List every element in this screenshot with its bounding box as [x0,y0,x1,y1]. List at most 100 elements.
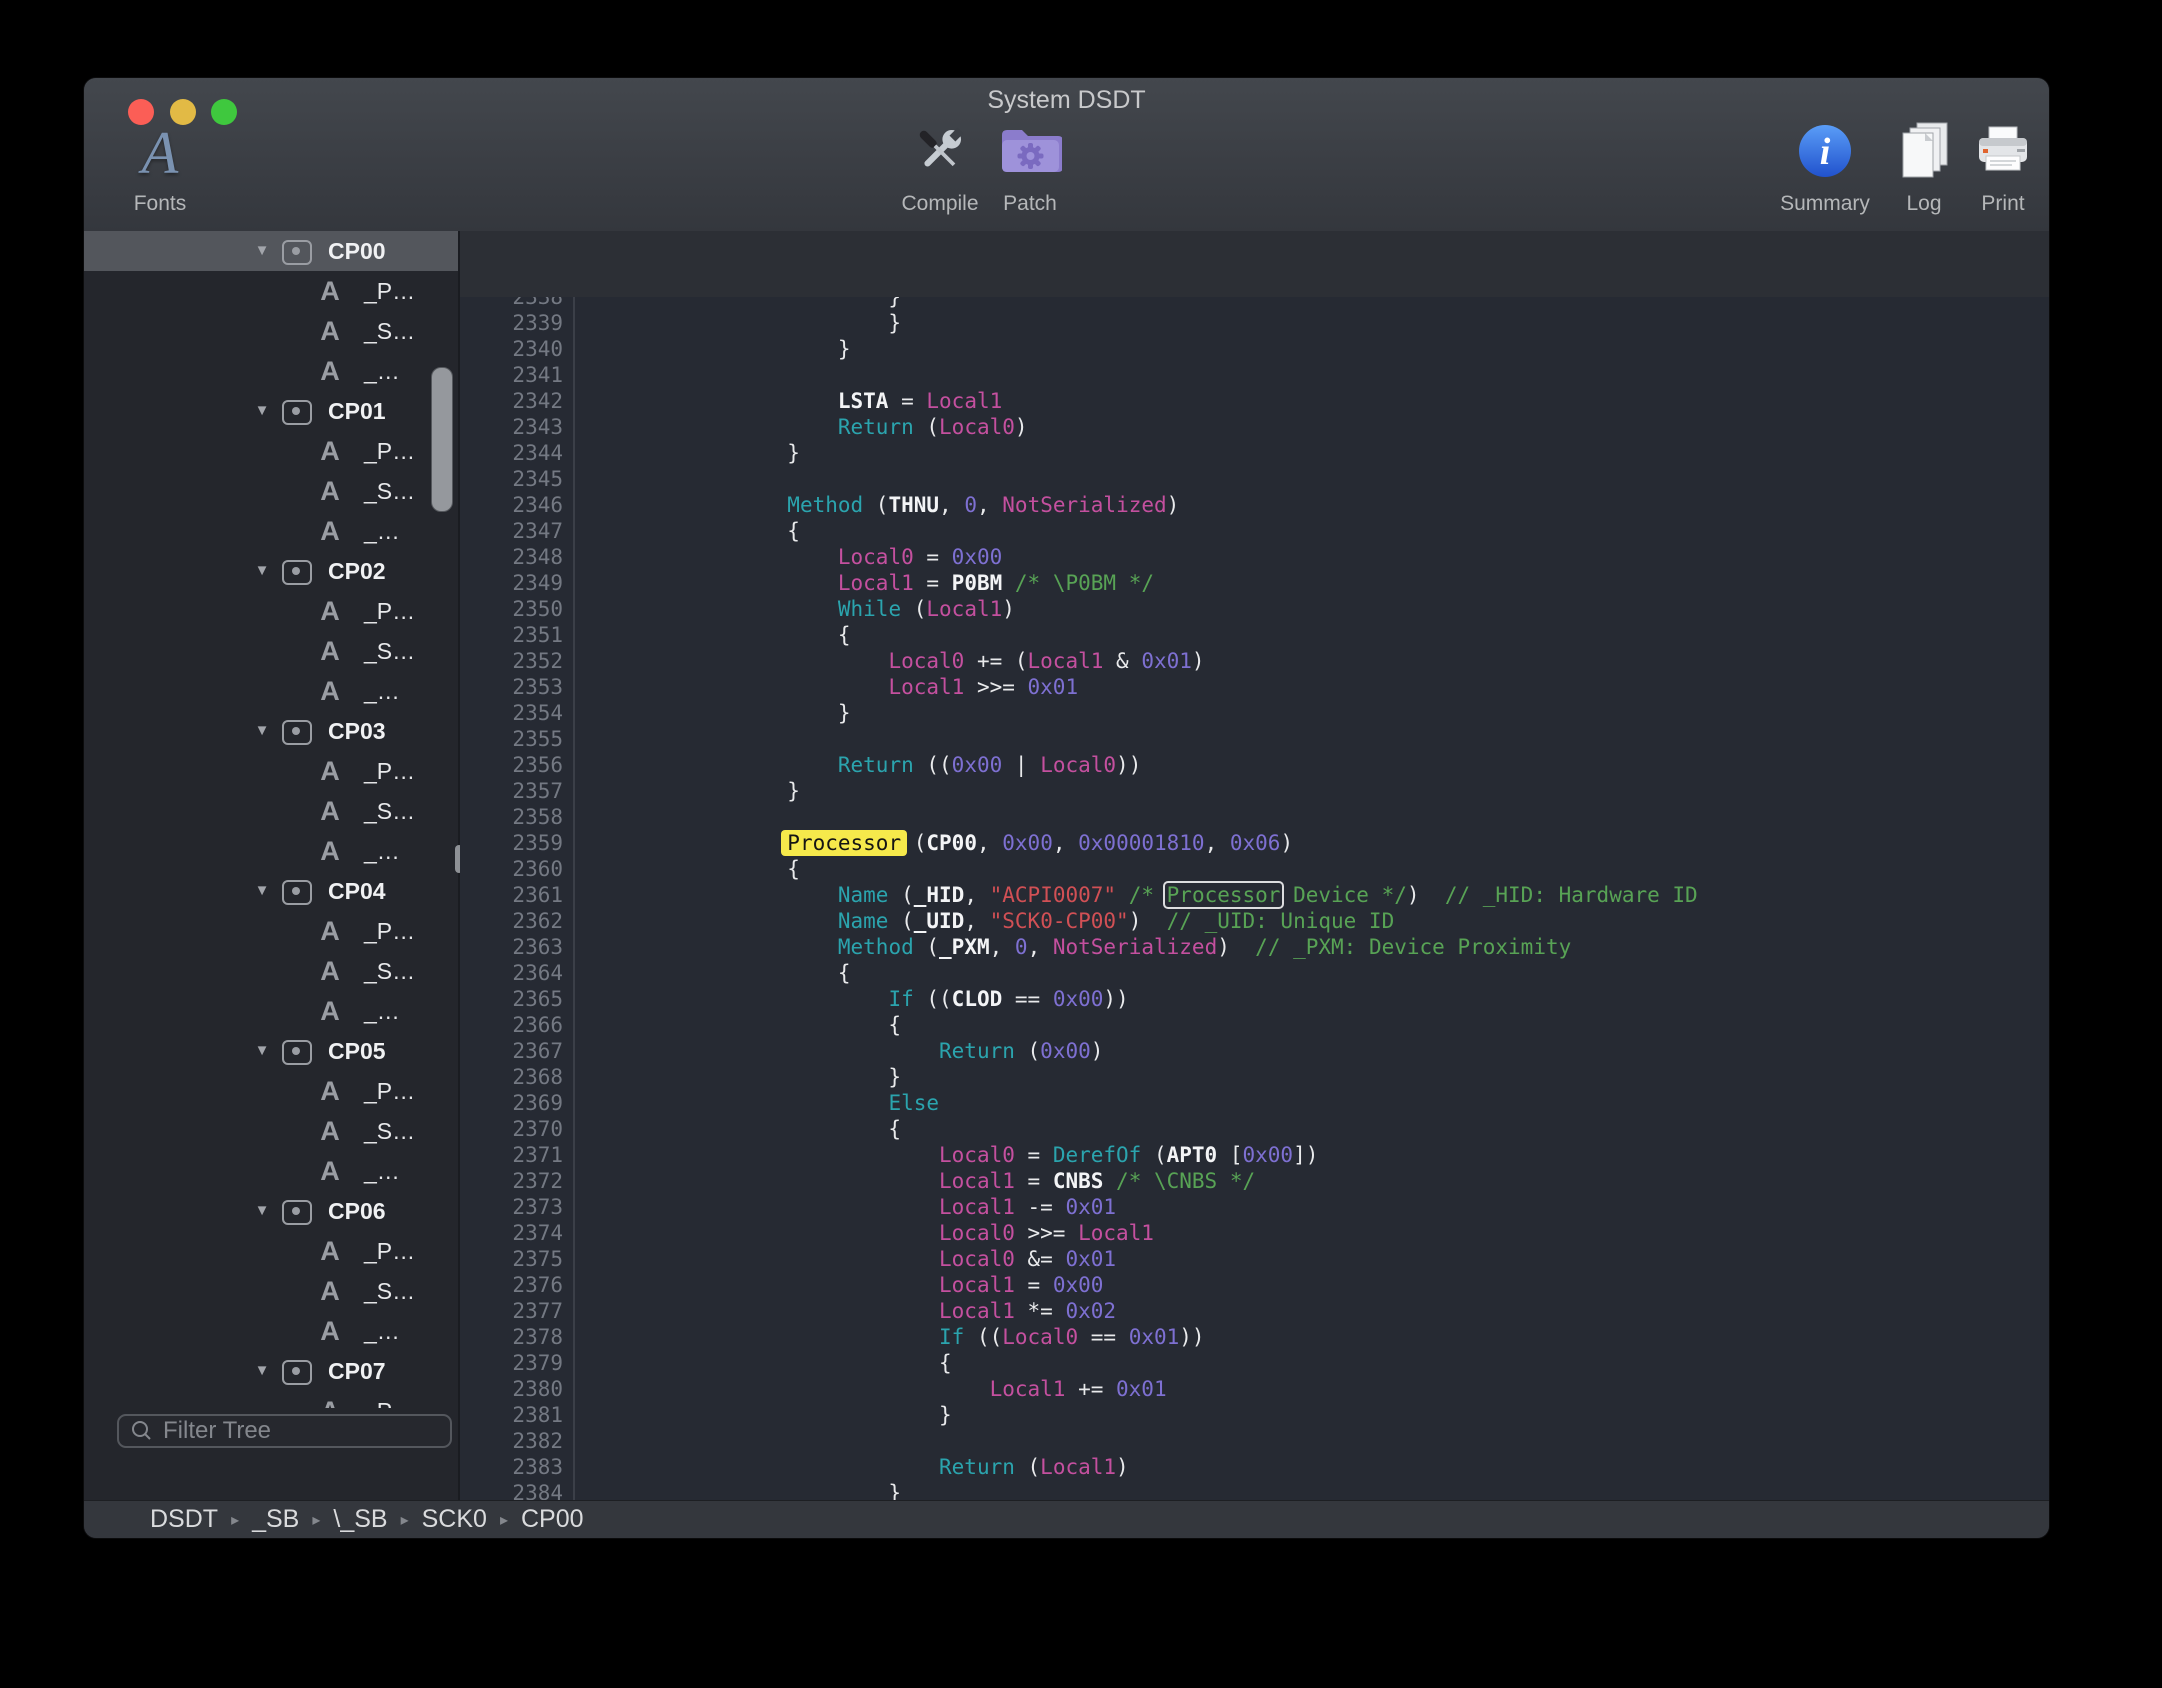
tree-item-CP03-child[interactable]: A_P… [84,751,458,791]
disclosure-triangle-icon[interactable]: ▼ [250,1191,274,1231]
code-text: Local0 &= 0x01 [585,1246,1116,1272]
tree-item-label: _… [364,991,400,1031]
tree-item-CP00-child[interactable]: A_P… [84,271,458,311]
tree-item-CP00[interactable]: ▼CP00 [84,231,458,271]
line-number: 2366 [460,1012,563,1038]
printer-icon [1973,125,2033,182]
code-text: While (Local1) [585,596,1015,622]
toolbar-label: Summary [1765,192,1885,216]
code-line: 2346 Method (THNU, 0, NotSerialized) [460,492,2049,518]
line-number: 2376 [460,1272,563,1298]
tree-item-label: _P… [364,271,415,311]
code-line: 2379 { [460,1350,2049,1376]
tree-item-CP00-child[interactable]: A_S… [84,311,458,351]
tree-item-CP05-child[interactable]: A_… [84,1151,458,1191]
breadcrumb-item[interactable]: SCK0 [422,1505,487,1534]
disclosure-triangle-icon[interactable]: ▼ [250,391,274,431]
code-line: 2363 Method (_PXM, 0, NotSerialized) // … [460,934,2049,960]
disclosure-triangle-icon[interactable]: ▼ [250,231,274,271]
tree-item-label: _P… [364,911,415,951]
line-number: 2342 [460,388,563,414]
info-circle-icon: i [1797,123,1853,184]
line-number: 2368 [460,1064,563,1090]
toolbar-fonts-button[interactable]: A Fonts [120,120,200,216]
toolbar-patch-button[interactable]: Patch [980,120,1080,216]
tree-item-label: _… [364,1311,400,1351]
code-line: 2376 Local1 = 0x00 [460,1272,2049,1298]
code-line: 2342 LSTA = Local1 [460,388,2049,414]
breadcrumb-item[interactable]: \_SB [333,1505,387,1534]
sidebar-scrollbar[interactable] [431,367,453,512]
toolbar-label: Log [1884,192,1964,216]
tree-item-CP06-child[interactable]: A _… [84,1311,458,1351]
disclosure-triangle-icon[interactable]: ▼ [250,1351,274,1391]
tree-item-CP06-child[interactable]: A_P… [84,1231,458,1271]
tree-item-label: CP02 [328,551,386,591]
breadcrumb-item[interactable]: DSDT [150,1505,218,1534]
toolbar-log-button[interactable]: Log [1884,120,1964,216]
method-a-icon: A [314,311,346,351]
code-line: 2343 Return (Local0) [460,414,2049,440]
breadcrumb-item[interactable]: _SB [252,1505,299,1534]
code-line: 2352 Local0 += (Local1 & 0x01) [460,648,2049,674]
breadcrumb-item[interactable]: CP00 [521,1505,584,1534]
code-text: } [585,310,901,336]
tree-item-CP06[interactable]: ▼ CP06 [84,1191,458,1231]
tree-item-CP06-child[interactable]: A_S… [84,1271,458,1311]
line-number: 2359 [460,830,563,856]
code-line: 2378 If ((Local0 == 0x01)) [460,1324,2049,1350]
method-a-icon: A [314,991,346,1031]
toolbar-print-button[interactable]: Print [1963,120,2043,216]
disclosure-triangle-icon[interactable]: ▼ [250,871,274,911]
disclosure-triangle-icon[interactable]: ▼ [250,1031,274,1071]
method-a-icon: A [314,791,346,831]
method-a-icon: A [314,351,346,391]
line-number: 2345 [460,466,563,492]
method-a-icon: A [314,751,346,791]
line-number: 2349 [460,570,563,596]
tree-item-CP03-child[interactable]: A_… [84,831,458,871]
tree-item-CP07[interactable]: ▼CP07 [84,1351,458,1391]
code-text: Local1 = CNBS /* \CNBS */ [585,1168,1255,1194]
tree-item-CP01[interactable]: ▼CP01 [84,391,458,431]
breadcrumb: DSDT▸_SB▸\_SB▸SCK0▸CP00 [84,1500,2049,1538]
tree-item-label: CP06 [328,1191,386,1231]
line-number: 2375 [460,1246,563,1272]
code-line: 2360 { [460,856,2049,882]
code-editor[interactable]: 2338 }2339 }2340 }23412342 LSTA = Local1… [460,297,2049,1500]
method-a-icon: A [314,1311,346,1351]
tree-item-CP04-child[interactable]: A_S… [84,951,458,991]
tree-item-CP05[interactable]: ▼CP05 [84,1031,458,1071]
code-line: 2382 [460,1428,2049,1454]
tree-item-CP02-child[interactable]: A_S… [84,631,458,671]
tree-item-CP04-child[interactable]: A_P… [84,911,458,951]
tree-item-CP00-child[interactable]: A_… [84,351,458,391]
tree-item-CP02-child[interactable]: A_… [84,671,458,711]
tree-item-CP04[interactable]: ▼CP04 [84,871,458,911]
find-bar: Processor 112 ✕ < > Done Replace [460,231,2049,298]
code-line: 2347 { [460,518,2049,544]
toolbar-summary-button[interactable]: i Summary [1765,120,1885,216]
code-line: 2349 Local1 = P0BM /* \P0BM */ [460,570,2049,596]
tree-item-CP05-child[interactable]: A_P… [84,1071,458,1111]
tree-item-CP01-child[interactable]: A_S… [84,471,458,511]
disclosure-triangle-icon[interactable]: ▼ [250,711,274,751]
disclosure-triangle-icon[interactable]: ▼ [250,551,274,591]
tree-item-CP02-child[interactable]: A_P… [84,591,458,631]
toolbar-compile-button[interactable]: Compile [890,120,990,216]
tree-item-CP01-child[interactable]: A_P… [84,431,458,471]
tree-item-CP03-child[interactable]: A_S… [84,791,458,831]
tree-item-CP03[interactable]: ▼CP03 [84,711,458,751]
tree-item-CP02[interactable]: ▼ CP02 [84,551,458,591]
code-text: If ((Local0 == 0x01)) [585,1324,1205,1350]
scope-frame-icon [282,400,312,425]
code-line: 2366 { [460,1012,2049,1038]
tree-item-CP04-child[interactable]: A _… [84,991,458,1031]
tree-item-CP05-child[interactable]: A_S… [84,1111,458,1151]
line-number: 2356 [460,752,563,778]
tree-item-CP01-child[interactable]: A_… [84,511,458,551]
filter-tree-input[interactable]: Filter Tree [117,1414,452,1448]
code-text: } [585,778,800,804]
code-line: 2375 Local0 &= 0x01 [460,1246,2049,1272]
code-line: 2381 } [460,1402,2049,1428]
